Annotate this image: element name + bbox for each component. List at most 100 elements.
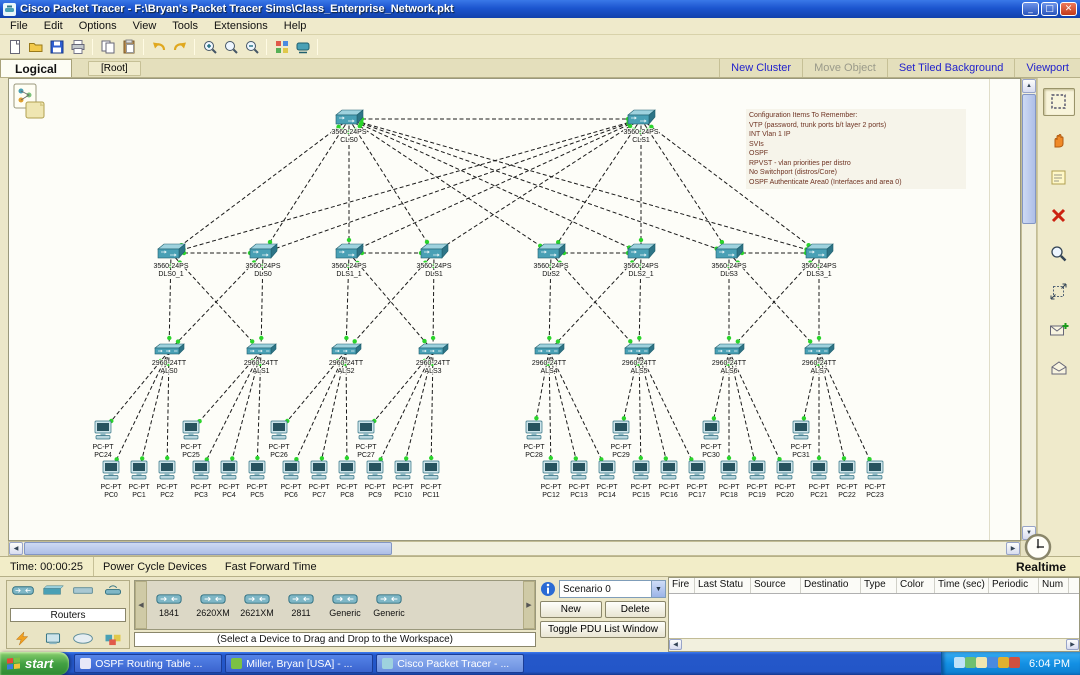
device-ALS1[interactable]: 2960-24TTALS1 xyxy=(244,344,279,375)
device-PC19[interactable]: PC-PTPC19 xyxy=(747,461,769,499)
horizontal-scroll-thumb[interactable] xyxy=(24,542,392,555)
copy-icon[interactable] xyxy=(97,37,118,57)
info-icon[interactable] xyxy=(540,581,556,597)
palette-icon[interactable] xyxy=(271,37,292,57)
tray-shield-icon[interactable] xyxy=(965,657,976,668)
scroll-up-arrow[interactable]: ▲ xyxy=(1022,79,1036,93)
realtime-clock-icon[interactable] xyxy=(1023,532,1053,562)
menu-file[interactable]: File xyxy=(2,19,36,33)
cable-link[interactable] xyxy=(551,119,641,253)
device-PC30[interactable]: PC-PTPC30 xyxy=(701,421,723,459)
taskbar-task-2[interactable]: Cisco Packet Tracer - ... xyxy=(376,654,524,673)
device-PC9[interactable]: PC-PTPC9 xyxy=(365,461,387,499)
cable-link[interactable] xyxy=(171,119,349,253)
device-PC26[interactable]: PC-PTPC26 xyxy=(269,421,291,459)
device-PC3[interactable]: PC-PTPC3 xyxy=(191,461,213,499)
device-PC12[interactable]: PC-PTPC12 xyxy=(541,461,563,499)
set-tiled-background-button[interactable]: Set Tiled Background xyxy=(887,59,1015,77)
device-PC22[interactable]: PC-PTPC22 xyxy=(837,461,859,499)
tray-network-icon[interactable] xyxy=(954,657,965,668)
cable-link[interactable] xyxy=(639,351,697,471)
cable-link[interactable] xyxy=(349,119,551,253)
device-ALS2[interactable]: 2960-24TTALS2 xyxy=(329,344,364,375)
wan-emulation-category-icon[interactable] xyxy=(70,631,96,646)
scroll-left-arrow[interactable]: ◀ xyxy=(9,542,23,555)
device-PC13[interactable]: PC-PTPC13 xyxy=(569,461,591,499)
device-model-generic-4[interactable]: Generic xyxy=(323,581,367,629)
menu-tools[interactable]: Tools xyxy=(164,19,206,33)
tray-messenger-icon[interactable] xyxy=(987,657,998,668)
zoom-out-icon[interactable] xyxy=(241,37,262,57)
device-ALS5[interactable]: 2960-24TTALS5 xyxy=(622,344,657,375)
power-cycle-devices-button[interactable]: Power Cycle Devices xyxy=(94,557,216,576)
redo-icon[interactable] xyxy=(169,37,190,57)
device-model-generic-5[interactable]: Generic xyxy=(367,581,411,629)
close-button[interactable]: ✕ xyxy=(1060,2,1077,16)
custom-device-icon[interactable] xyxy=(292,37,313,57)
device-PC28[interactable]: PC-PTPC28 xyxy=(524,421,546,459)
horizontal-scrollbar[interactable]: ◀ ▶ xyxy=(8,541,1021,556)
device-PC1[interactable]: PC-PTPC1 xyxy=(129,461,151,499)
cluster-back-icon[interactable] xyxy=(12,82,52,122)
paste-icon[interactable] xyxy=(118,37,139,57)
viewport-button[interactable]: Viewport xyxy=(1014,59,1080,77)
device-PC17[interactable]: PC-PTPC17 xyxy=(687,461,709,499)
device-ALS7[interactable]: 2960-24TTALS7 xyxy=(802,344,837,375)
undo-icon[interactable] xyxy=(148,37,169,57)
device-PC25[interactable]: PC-PTPC25 xyxy=(181,421,203,459)
end-devices-category-icon[interactable] xyxy=(40,631,66,646)
device-PC7[interactable]: PC-PTPC7 xyxy=(309,461,331,499)
save-icon[interactable] xyxy=(46,37,67,57)
switches-category-icon[interactable] xyxy=(40,583,66,598)
device-ALS4[interactable]: 2960-24TTALS4 xyxy=(532,344,567,375)
add-complex-pdu-icon[interactable] xyxy=(1043,354,1075,382)
device-PC0[interactable]: PC-PTPC0 xyxy=(101,461,123,499)
cable-link[interactable] xyxy=(263,119,641,253)
device-ALS0[interactable]: 2960-24TTALS0 xyxy=(152,344,187,375)
cable-link[interactable] xyxy=(549,351,607,471)
add-simple-pdu-icon[interactable] xyxy=(1043,316,1075,344)
print-icon[interactable] xyxy=(67,37,88,57)
tray-update-icon[interactable] xyxy=(998,657,1009,668)
taskbar-task-0[interactable]: OSPF Routing Table ... xyxy=(74,654,222,673)
wireless-devices-category-icon[interactable] xyxy=(100,583,126,598)
scroll-right-arrow[interactable]: ▶ xyxy=(1006,542,1020,555)
new-file-icon[interactable] xyxy=(4,37,25,57)
zoom-reset-icon[interactable] xyxy=(220,37,241,57)
vertical-scrollbar[interactable]: ▲ ▼ xyxy=(1021,78,1037,541)
device-PC4[interactable]: PC-PTPC4 xyxy=(219,461,241,499)
select-icon[interactable] xyxy=(1043,88,1075,116)
device-PC8[interactable]: PC-PTPC8 xyxy=(337,461,359,499)
device-PC16[interactable]: PC-PTPC16 xyxy=(659,461,681,499)
device-model-2811-3[interactable]: 2811 xyxy=(279,581,323,629)
minimize-button[interactable]: _ xyxy=(1022,2,1039,16)
root-button[interactable]: [Root] xyxy=(88,61,141,76)
dropdown-arrow-icon[interactable]: ▼ xyxy=(651,581,665,597)
fast-forward-time-button[interactable]: Fast Forward Time xyxy=(216,557,326,576)
menu-options[interactable]: Options xyxy=(71,19,125,33)
device-PC10[interactable]: PC-PTPC10 xyxy=(393,461,415,499)
device-PC5[interactable]: PC-PTPC5 xyxy=(247,461,269,499)
device-PC27[interactable]: PC-PTPC27 xyxy=(356,421,378,459)
menu-extensions[interactable]: Extensions xyxy=(206,19,276,33)
cable-link[interactable] xyxy=(263,119,349,253)
inspect-icon[interactable] xyxy=(1043,240,1075,268)
device-PC20[interactable]: PC-PTPC20 xyxy=(775,461,797,499)
device-PC23[interactable]: PC-PTPC23 xyxy=(865,461,887,499)
move-layout-icon[interactable] xyxy=(1043,126,1075,154)
device-PC29[interactable]: PC-PTPC29 xyxy=(611,421,633,459)
connections-category-icon[interactable] xyxy=(10,631,36,646)
hubs-category-icon[interactable] xyxy=(70,583,96,598)
device-model-1841-0[interactable]: 1841 xyxy=(147,581,191,629)
workspace-canvas[interactable]: 3560-24PSCLS03560-24PSCLS13560-24PSDLS0_… xyxy=(8,78,1021,541)
device-PC24[interactable]: PC-PTPC24 xyxy=(93,421,115,459)
models-scroll-left[interactable]: ◀ xyxy=(135,581,147,629)
taskbar-task-1[interactable]: Miller, Bryan [USA] - ... xyxy=(225,654,373,673)
workspace-note[interactable]: Configuration Items To Remember:VTP (pas… xyxy=(746,109,966,189)
open-icon[interactable] xyxy=(25,37,46,57)
tab-logical[interactable]: Logical xyxy=(0,59,72,77)
scenario-dropdown[interactable]: Scenario 0 ▼ xyxy=(559,580,666,598)
routers-category-icon[interactable] xyxy=(10,583,36,598)
pdu-scroll-right[interactable]: ▶ xyxy=(1066,639,1079,650)
resize-shape-icon[interactable] xyxy=(1043,278,1075,306)
